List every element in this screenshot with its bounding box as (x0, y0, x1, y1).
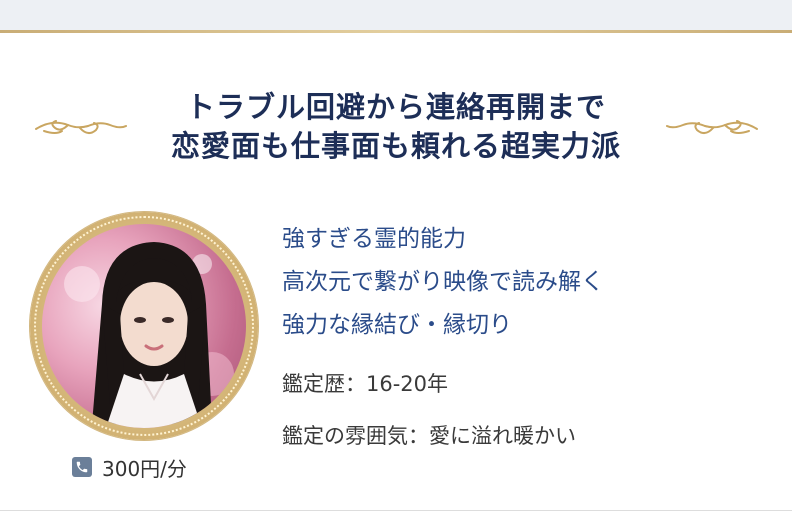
gold-divider (0, 30, 792, 33)
fortune-teller-avatar[interactable] (42, 224, 246, 428)
feature-item: 強すぎる霊的能力 (282, 226, 466, 252)
flourish-left-ornament (35, 120, 127, 134)
headline: トラブル回避から連絡再開まで 恋愛面も仕事面も頼れる超実力派 (130, 88, 662, 166)
price-text: 300円/分 (102, 456, 187, 481)
atmosphere-info: 鑑定の雰囲気：愛に溢れ暖かい (282, 424, 576, 448)
feature-item: 強力な縁結び・縁切り (282, 312, 512, 338)
phone-icon (72, 457, 92, 477)
top-bar (0, 0, 792, 30)
headline-line-1: トラブル回避から連絡再開まで (185, 90, 606, 124)
avatar-portrait (64, 242, 234, 428)
bottom-divider (0, 510, 792, 511)
price-row: 300円/分 (72, 452, 187, 482)
flourish-right-ornament (666, 120, 758, 134)
headline-line-2: 恋愛面も仕事面も頼れる超実力派 (170, 129, 621, 163)
feature-list: 強すぎる霊的能力 高次元で繋がり映像で読み解く 強力な縁結び・縁切り (282, 218, 604, 347)
experience-info: 鑑定歴：16-20年 (282, 372, 449, 396)
feature-item: 高次元で繋がり映像で読み解く (282, 269, 604, 295)
